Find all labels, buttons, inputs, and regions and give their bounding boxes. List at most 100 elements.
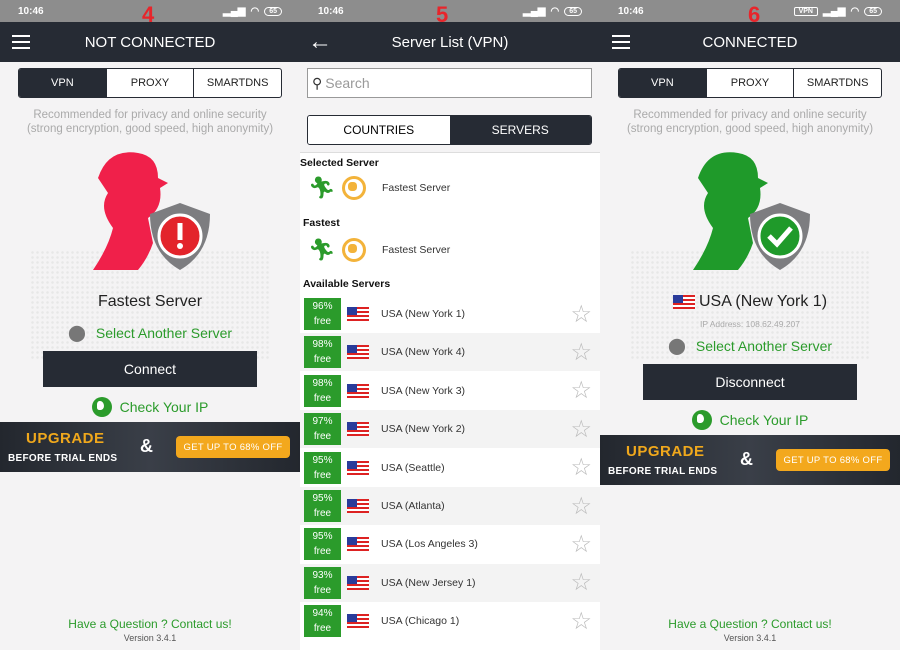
server-row[interactable]: 95% free USA (Los Angeles 3) ☆: [300, 525, 600, 563]
running-man-icon: 🏃︎: [308, 237, 336, 262]
tab-proxy[interactable]: PROXY: [705, 69, 794, 97]
server-name: USA (Atlanta): [381, 500, 445, 512]
tab-smartdns[interactable]: SMARTDNS: [793, 69, 881, 97]
unprotected-user-icon: [93, 152, 210, 270]
usa-flag-icon: [347, 460, 369, 475]
favorite-star-icon[interactable]: ☆: [570, 492, 592, 521]
section-heading: Available Servers: [303, 278, 391, 290]
app-header: NOT CONNECTED: [0, 22, 300, 62]
search-icon: ⚲: [312, 74, 323, 91]
favorite-star-icon[interactable]: ☆: [570, 415, 592, 444]
signal-icon: ▂▄▆: [523, 5, 546, 17]
fastest-server-item[interactable]: 🏃︎ Fastest Server: [308, 237, 450, 263]
current-server: USA (New York 1): [600, 293, 900, 311]
server-name: USA (New York 4): [381, 346, 466, 359]
tab-countries[interactable]: COUNTRIES: [308, 116, 450, 144]
mode-tabs: VPN PROXY SMARTDNS: [18, 68, 282, 98]
battery-icon: 65: [564, 6, 582, 16]
location-pin-icon: ⬤: [667, 338, 686, 355]
select-server-link[interactable]: ⬤ Select Another Server: [0, 323, 300, 343]
step-marker: 6: [748, 2, 761, 27]
contact-link[interactable]: Have a Question ? Contact us!: [600, 617, 900, 631]
app-header: CONNECTED: [600, 22, 900, 62]
discount-button[interactable]: GET UP TO 68% OFF: [176, 436, 290, 458]
server-name: USA (New Jersey 1): [381, 576, 476, 589]
status-bar: 10:46 ▂▄▆ ◠ 65: [300, 0, 600, 22]
usa-flag-icon: [347, 383, 369, 398]
free-load-badge: 98% free: [304, 374, 341, 407]
tab-vpn[interactable]: VPN: [19, 69, 106, 97]
free-load-badge: 97% free: [304, 413, 341, 446]
page-title: CONNECTED: [702, 33, 798, 51]
favorite-star-icon[interactable]: ☆: [570, 453, 592, 482]
tab-proxy[interactable]: PROXY: [105, 69, 194, 97]
favorite-star-icon[interactable]: ☆: [570, 530, 592, 559]
screen-not-connected: 10:46 ▂▄▆ ◠ 65 4 NOT CONNECTED VPN PROXY SMAR…: [0, 0, 300, 650]
page-title: NOT CONNECTED: [84, 33, 216, 51]
battery-icon: 65: [264, 6, 282, 16]
list-tabs: COUNTRIES SERVERS: [307, 115, 592, 145]
back-arrow-icon[interactable]: ←: [308, 28, 332, 56]
contact-link[interactable]: Have a Question ? Contact us!: [0, 617, 300, 631]
select-server-link[interactable]: ⬤ Select Another Server: [600, 336, 900, 356]
wifi-icon: ◠: [250, 5, 260, 17]
tab-vpn[interactable]: VPN: [619, 69, 706, 97]
favorite-star-icon[interactable]: ☆: [570, 338, 592, 367]
screen-connected: 10:46 VPN ▂▄▆ ◠ 65 6 CONNECTED VPN PROXY SMART…: [600, 0, 900, 650]
free-load-badge: 95% free: [304, 528, 341, 561]
signal-icon: ▂▄▆: [823, 5, 846, 17]
server-list[interactable]: Selected Server 🏃︎ Fastest Server Fastest…: [300, 152, 600, 650]
globe-icon: [91, 397, 112, 417]
server-row[interactable]: 97% free USA (New York 2) ☆: [300, 410, 600, 449]
favorite-star-icon[interactable]: ☆: [570, 300, 592, 329]
server-row[interactable]: 95% free USA (Seattle) ☆: [300, 449, 600, 487]
server-row[interactable]: 93% free USA (New Jersey 1) ☆: [300, 563, 600, 602]
upgrade-banner[interactable]: UPGRADE BEFORE TRIAL ENDS & GET UP TO 68% O…: [0, 422, 300, 472]
page-title: Server List (VPN): [391, 33, 509, 51]
usa-flag-icon: [347, 614, 369, 629]
globe-icon: [342, 176, 366, 200]
tab-smartdns[interactable]: SMARTDNS: [193, 69, 281, 97]
running-man-icon: 🏃︎: [308, 175, 336, 200]
check-ip-link[interactable]: Check Your IP: [600, 410, 900, 430]
usa-flag-icon: [347, 575, 369, 590]
server-row[interactable]: 98% free USA (New York 3) ☆: [300, 372, 600, 410]
upgrade-banner[interactable]: UPGRADE BEFORE TRIAL ENDS & GET UP TO 68% O…: [600, 435, 900, 485]
tab-servers[interactable]: SERVERS: [449, 116, 591, 144]
free-load-badge: 98% free: [304, 336, 341, 369]
usa-flag-icon: [347, 307, 369, 321]
favorite-star-icon[interactable]: ☆: [570, 607, 592, 636]
free-load-badge: 94% free: [304, 605, 341, 638]
usa-flag-icon: [347, 537, 369, 552]
server-row[interactable]: 96% free USA (New York 1) ☆: [300, 295, 600, 333]
server-row[interactable]: 94% free USA (Chicago 1) ☆: [300, 602, 600, 640]
ip-address: IP Address: 108.62.49.207: [699, 319, 801, 329]
search-input[interactable]: ⚲ Search: [307, 68, 592, 98]
step-marker: 5: [436, 2, 449, 27]
wifi-icon: ◠: [850, 5, 860, 17]
connect-button[interactable]: Connect: [43, 351, 257, 387]
vpn-key-icon: VPN: [793, 6, 818, 16]
server-name: USA (Seattle): [381, 461, 445, 474]
usa-flag-icon: [672, 295, 695, 309]
discount-button[interactable]: GET UP TO 68% OFF: [776, 449, 890, 471]
selected-server-item[interactable]: 🏃︎ Fastest Server: [308, 175, 450, 201]
globe-icon: [691, 410, 712, 430]
menu-icon[interactable]: [612, 35, 630, 49]
menu-icon[interactable]: [12, 35, 30, 49]
server-name: USA (Chicago 1): [381, 615, 460, 628]
protected-user-icon: [693, 152, 810, 270]
check-ip-link[interactable]: Check Your IP: [0, 397, 300, 417]
favorite-star-icon[interactable]: ☆: [570, 376, 592, 405]
disconnect-button[interactable]: Disconnect: [643, 364, 857, 400]
screen-server-list: 10:46 ▂▄▆ ◠ 65 5 ← Server List (VPN) ⚲ Search…: [300, 0, 600, 650]
recommendation-text: Recommended for privacy and online secur…: [26, 109, 274, 135]
server-name: USA (New York 2): [381, 423, 466, 436]
current-server: Fastest Server: [97, 293, 203, 310]
server-row[interactable]: 95% free USA (Atlanta) ☆: [300, 487, 600, 525]
free-load-badge: 96% free: [304, 298, 341, 330]
free-load-badge: 93% free: [304, 566, 341, 599]
server-row[interactable]: 98% free USA (New York 4) ☆: [300, 333, 600, 372]
section-heading: Selected Server: [300, 157, 379, 169]
favorite-star-icon[interactable]: ☆: [570, 568, 592, 597]
